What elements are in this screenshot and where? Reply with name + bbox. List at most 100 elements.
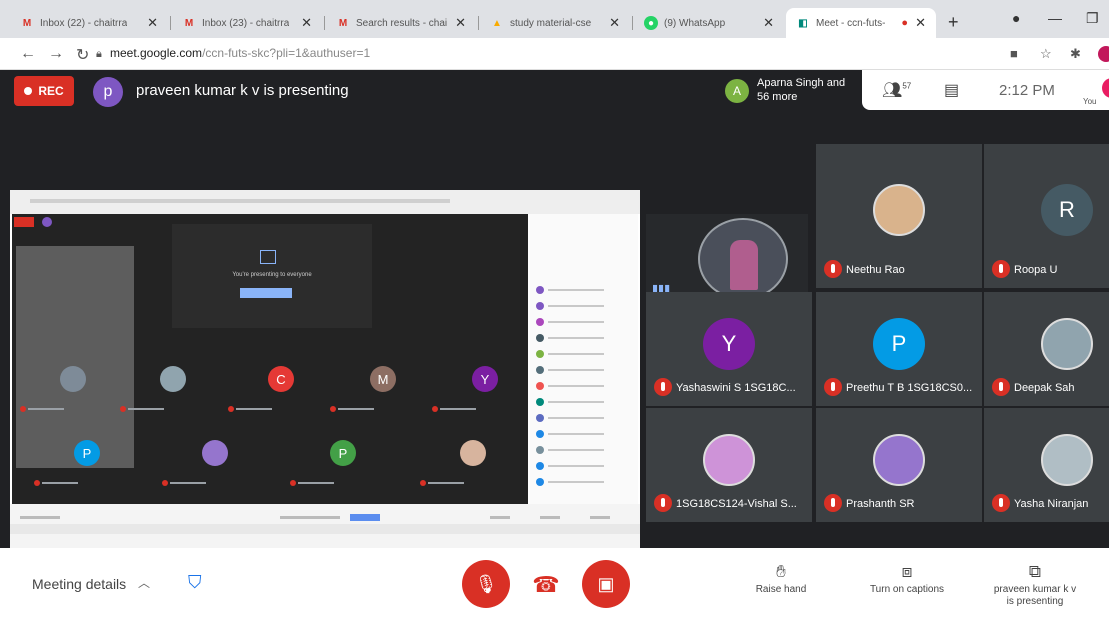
participant-tile[interactable]: Prashanth SR [816,408,982,522]
mini-people-row [536,350,632,358]
mini-screen-share [16,246,134,468]
participant-tile[interactable]: P Preethu T B 1SG18CS0... [816,292,982,406]
chevron-up-icon[interactable]: ︿ [138,574,150,591]
mini-people-row [536,462,632,470]
mic-off-icon: 🎙︎ [474,573,498,594]
tab-whatsapp[interactable]: ● (9) WhatsApp ✕ [634,8,784,38]
participant-photo [703,434,755,487]
tab-inbox-22[interactable]: M Inbox (22) - chaitrra ✕ [10,8,168,38]
reload-icon[interactable]: ↻ [76,45,89,65]
present-screen-icon [260,250,276,264]
mini-people-row [536,302,632,310]
mini-participant-name [290,480,350,486]
profile-avatar[interactable] [1098,46,1109,62]
mini-participant-avatar [202,440,228,466]
camera-indicator-icon[interactable]: ■ [1010,46,1018,61]
raise-hand-button[interactable]: ✋︎ Raise hand [736,562,826,596]
close-tab-icon[interactable]: ✕ [609,15,620,31]
tab-title: Inbox (22) - chaitrra [40,17,128,29]
captions-button[interactable]: ⧈ Turn on captions [862,562,952,596]
people-icon[interactable]: 👥︎57 [882,80,911,100]
mini-participant-avatar: C [268,366,294,392]
self-avatar[interactable] [1102,78,1109,98]
participant-name: Deepak Sah [1014,382,1075,394]
participant-tile[interactable]: Yasha Niranjan [984,408,1109,522]
shield-icon[interactable]: ⛉ [188,572,202,593]
participant-avatar: A [725,79,749,103]
tab-study-material[interactable]: ▲ study material-cse ✕ [480,8,630,38]
mini-people-row [536,334,632,342]
presenter-status: praveen kumar k v is presenting [136,82,349,99]
tab-search-results[interactable]: M Search results - chai ✕ [326,8,476,38]
back-icon[interactable]: ← [20,45,36,63]
camera-off-button[interactable]: ▣ [582,560,630,608]
presenting-button[interactable]: ⧉ praveen kumar k v is presenting [990,562,1080,608]
tab-title: (9) WhatsApp [664,17,726,29]
hand-icon: ✋︎ [776,562,786,581]
participant-tile[interactable]: Deepak Sah [984,292,1109,406]
close-tab-icon[interactable]: ✕ [301,15,312,31]
whatsapp-icon: ● [644,16,658,30]
meet-control-bar: Meeting details ︿ ⛉ 🎙︎ ☎︎ ▣ ✋︎ Raise han… [0,548,1109,621]
forward-icon[interactable]: → [48,45,64,63]
mini-participant-name [420,480,480,486]
participant-photo [873,184,925,237]
meeting-clock: 2:12 PM [999,82,1055,99]
tab-meet[interactable]: ◧ Meet - ccn-futs- ● ✕ [786,8,936,38]
bookmark-star-icon[interactable]: ☆ [1040,46,1052,62]
participants-summary: Aparna Singh and 56 more [757,77,846,103]
meet-stage: REC p praveen kumar k v is presenting A … [0,70,1109,548]
mini-people-row [536,382,632,390]
participant-tile[interactable]: 1SG18CS124-Vishal S... [646,408,812,522]
participant-avatar: Y [703,318,755,371]
mic-off-button[interactable]: 🎙︎ [462,560,510,608]
participant-name: Yashaswini S 1SG18C... [676,382,796,394]
captions-icon: ⧈ [901,562,913,581]
phone-hangup-icon: ☎︎ [532,572,560,597]
raise-hand-label: Raise hand [755,584,807,595]
participant-avatar: R [1041,184,1093,237]
mic-muted-icon [824,378,842,396]
restore-icon[interactable]: ❐ [1086,10,1099,27]
close-tab-icon[interactable]: ✕ [455,15,466,31]
url-field[interactable]: meet.google.com/ccn-futs-skc?pli=1&authu… [110,46,370,60]
meeting-details-button[interactable]: Meeting details [32,576,126,592]
presenter-avatar: p [93,77,123,107]
lock-icon: 🔒︎ [96,48,102,60]
mic-muted-icon [654,494,672,512]
mini-presenting-card: You're presenting to everyone [172,224,372,328]
participant-photo [1041,434,1093,487]
participant-tile[interactable]: Neethu Rao [816,144,982,288]
mini-participant-avatar [160,366,186,392]
minimize-icon[interactable]: — [1048,10,1062,26]
mini-participant-avatar: Y [472,366,498,392]
close-tab-icon[interactable]: ✕ [763,15,774,31]
chat-icon[interactable]: ▤ [944,80,959,100]
mini-participant-avatar: M [370,366,396,392]
presenting-label: praveen kumar k v is presenting [993,584,1077,607]
presented-taskbar [10,524,640,534]
participant-name: Roopa U [1014,264,1058,276]
participant-name: Yasha Niranjan [1014,498,1089,510]
close-tab-icon[interactable]: ✕ [147,15,158,31]
browser-tab-bar: M Inbox (22) - chaitrra ✕ M Inbox (23) -… [0,0,1109,38]
extensions-icon[interactable]: ✱ [1070,46,1081,62]
new-tab-icon[interactable]: + [948,12,959,33]
you-label: You [1083,97,1097,106]
rec-label: REC [38,84,64,98]
participant-tile[interactable]: R Roopa U [984,144,1109,288]
participant-name: Neethu Rao [846,264,905,276]
meet-top-panel: 👥︎57 ▤ 2:12 PM You [862,70,1109,110]
mic-muted-icon [824,260,842,278]
participant-name: Preethu T B 1SG18CS0... [846,382,973,394]
leave-call-button[interactable]: ☎︎ [531,570,561,600]
profile-indicator-icon[interactable]: ● [1012,10,1020,26]
recording-badge: REC [14,76,74,106]
tab-inbox-23[interactable]: M Inbox (23) - chaitrra ✕ [172,8,322,38]
mini-people-row [536,478,632,486]
mic-muted-icon [654,378,672,396]
close-tab-icon[interactable]: ✕ [915,15,926,31]
meet-icon: ◧ [798,17,808,29]
mini-participant-name [228,406,288,412]
participant-tile[interactable]: Y Yashaswini S 1SG18C... [646,292,812,406]
